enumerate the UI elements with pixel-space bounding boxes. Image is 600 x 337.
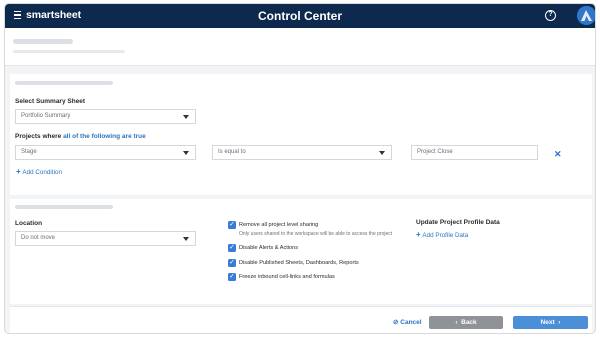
cancel-button[interactable]: ⊘ Cancel: [393, 318, 422, 326]
location-label: Location: [15, 220, 43, 227]
section-heading-placeholder: [15, 205, 113, 209]
chevron-down-icon: [183, 115, 189, 119]
chevron-down-icon: [379, 151, 385, 155]
condition-operator-select[interactable]: Is equal to: [212, 145, 392, 160]
checkbox-label-remove-sharing: Remove all project level sharing: [239, 222, 319, 228]
app-title: Control Center: [258, 9, 342, 23]
criteria-match-mode[interactable]: all of the following are true: [63, 133, 146, 140]
title-placeholder: [13, 39, 73, 44]
next-label: Next: [540, 319, 555, 326]
cancel-icon: ⊘: [393, 319, 399, 326]
avatar[interactable]: [577, 6, 595, 25]
add-profile-data-button[interactable]: + Add Profile Data: [416, 230, 468, 239]
condition-operator-value: Is equal to: [218, 149, 246, 155]
section-heading-placeholder: [15, 81, 113, 85]
sharing-note: Only users shared to the workspace will …: [239, 231, 393, 237]
summary-sheet-value: Portfolio Summary: [21, 113, 71, 119]
chevron-down-icon: [183, 237, 189, 241]
help-icon[interactable]: ?: [545, 10, 556, 21]
checkbox-remove-sharing[interactable]: ✓: [228, 221, 236, 229]
top-bar: smartsheet Control Center ?: [5, 4, 595, 28]
back-button[interactable]: ‹ Back: [429, 316, 503, 329]
condition-value-text: Project Close: [417, 149, 453, 155]
location-select[interactable]: Do not move: [15, 231, 196, 246]
page-header: [5, 28, 595, 66]
next-button[interactable]: Next ›: [513, 316, 588, 329]
cancel-label: Cancel: [400, 319, 422, 326]
location-value: Do not move: [21, 235, 56, 241]
condition-field-value: Stage: [21, 149, 37, 155]
subtitle-placeholder: [13, 50, 125, 53]
profile-data-heading: Update Project Profile Data: [416, 219, 500, 226]
checkbox-disable-alerts[interactable]: ✓: [228, 244, 236, 252]
avatar-image: [577, 6, 595, 25]
summary-sheet-label: Select Summary Sheet: [15, 98, 86, 105]
plus-icon: +: [416, 230, 421, 239]
chevron-left-icon: ‹: [455, 319, 458, 326]
back-label: Back: [461, 319, 477, 326]
options-panel: Location Do not move ✓ Remove all projec…: [10, 199, 592, 304]
footer-bar: ⊘ Cancel ‹ Back Next ›: [10, 306, 592, 333]
add-profile-data-label: Add Profile Data: [422, 232, 469, 239]
checkbox-label-disable-alerts: Disable Alerts & Actions: [239, 245, 299, 251]
plus-icon: +: [16, 167, 21, 176]
condition-value-input[interactable]: Project Close: [411, 145, 538, 160]
remove-condition-icon[interactable]: ✕: [554, 149, 562, 160]
app-window: smartsheet Control Center ? Select Summa…: [4, 3, 596, 334]
add-condition-label: Add Condition: [22, 169, 62, 176]
checkbox-label-freeze-links: Freeze inbound cell-links and formulas: [239, 274, 335, 280]
condition-field-select[interactable]: Stage: [15, 145, 196, 160]
checkbox-disable-published[interactable]: ✓: [228, 259, 236, 267]
criteria-prefix: Projects where: [15, 133, 64, 140]
checkbox-freeze-links[interactable]: ✓: [228, 273, 236, 281]
criteria-label: Projects where all of the following are …: [15, 133, 146, 140]
chevron-down-icon: [183, 151, 189, 155]
summary-sheet-select[interactable]: Portfolio Summary: [15, 109, 196, 124]
add-condition-button[interactable]: + Add Condition: [16, 167, 62, 176]
summary-criteria-panel: Select Summary Sheet Portfolio Summary P…: [10, 74, 592, 195]
chevron-right-icon: ›: [558, 319, 561, 326]
checkbox-label-disable-published: Disable Published Sheets, Dashboards, Re…: [239, 260, 359, 266]
